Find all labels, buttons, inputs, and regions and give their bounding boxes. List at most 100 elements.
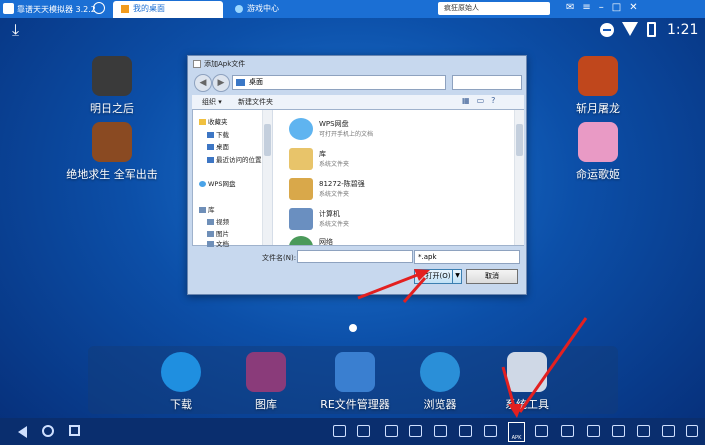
file-list: WPS网盘 可打开手机上的文档 库 系统文件夹 81272-陈碧强 系统文件夹 …: [274, 110, 514, 245]
menu-icon[interactable]: ≡: [582, 2, 598, 13]
add-apk-dialog: 添加Apk文件 ◀ ▶ 桌面 组织 ▾ 新建文件夹 ▦▭? 收藏夹 下载 桌面 …: [187, 55, 527, 295]
nav-item-downloads[interactable]: 下载: [207, 129, 229, 139]
app-zhanyue-tulong[interactable]: 斩月屠龙: [570, 56, 626, 116]
filelist-scrollbar[interactable]: [514, 110, 524, 245]
multi-instance-icon[interactable]: [637, 425, 650, 437]
user-icon[interactable]: [93, 2, 105, 14]
app-mingri-zhihou[interactable]: 明日之后: [84, 56, 140, 116]
new-folder-button[interactable]: 新建文件夹: [238, 97, 273, 107]
nav-item-videos[interactable]: 视频: [207, 216, 229, 226]
downloads-icon: [207, 132, 214, 138]
screenshot-icon[interactable]: [409, 425, 422, 437]
nav-item-label: 图片: [216, 230, 229, 238]
nav-item-libraries[interactable]: 库: [199, 204, 215, 214]
address-bar[interactable]: 桌面: [232, 75, 446, 90]
open-button-label: 打开(O): [425, 272, 451, 280]
close-icon[interactable]: ✕: [629, 2, 645, 13]
organize-button[interactable]: 组织 ▾: [202, 97, 222, 107]
status-time: 1:21: [667, 22, 699, 38]
cancel-button-label: 取消: [485, 272, 499, 280]
app-mingyun-geji[interactable]: 命运歌姬: [570, 122, 626, 182]
location-icon[interactable]: [535, 425, 548, 437]
shake-icon[interactable]: [385, 425, 398, 437]
file-desc: 系统文件夹: [319, 191, 350, 198]
dialog-body: 收藏夹 下载 桌面 最近访问的位置 WPS网盘 库 视频 图片 文档 WPS网盘…: [192, 109, 524, 248]
pictures-icon: [207, 231, 214, 237]
file-manager-app-icon: [335, 352, 375, 392]
app-label: 下载: [170, 398, 192, 411]
keyboard-map-icon[interactable]: [459, 425, 472, 437]
nav-item-recent-places[interactable]: 最近访问的位置: [207, 154, 262, 164]
volume-up-icon[interactable]: [357, 425, 370, 437]
filetype-value: *.apk: [418, 253, 437, 261]
file-name: 网络: [319, 238, 333, 245]
tab-game-center[interactable]: 游戏中心: [227, 1, 297, 18]
user-folder-icon: [289, 178, 313, 200]
filetype-select[interactable]: *.apk: [414, 250, 520, 264]
nav-item-label: 视频: [216, 218, 229, 226]
dock-app-gallery[interactable]: 图库: [240, 352, 292, 412]
dock-app-download[interactable]: 下载: [155, 352, 207, 412]
dock-app-system-tools[interactable]: 系统工具: [497, 352, 557, 412]
filename-input[interactable]: [297, 250, 413, 263]
dock-app-re-file-manager[interactable]: RE文件管理器: [315, 352, 395, 412]
message-icon[interactable]: ✉: [566, 2, 582, 13]
nav-item-label: WPS网盘: [208, 180, 236, 188]
back-button[interactable]: ◀: [194, 74, 212, 92]
dialog-navigation: ◀ ▶ 桌面: [192, 73, 524, 95]
share-folder-icon[interactable]: [587, 425, 600, 437]
browser-app-icon: [420, 352, 460, 392]
nav-item-label: 收藏夹: [208, 118, 228, 126]
nav-item-desktop[interactable]: 桌面: [207, 141, 229, 151]
clean-icon[interactable]: [434, 425, 447, 437]
app-pubg-mobile[interactable]: 绝地求生 全军出击: [62, 122, 162, 182]
volume-down-icon[interactable]: [333, 425, 346, 437]
install-apk-button[interactable]: APK: [508, 422, 525, 442]
minimize-icon[interactable]: –: [599, 2, 612, 13]
open-dropdown-arrow[interactable]: ▼: [452, 269, 462, 284]
videos-icon: [207, 219, 214, 225]
video-icon[interactable]: [612, 425, 625, 437]
nav-item-favorites[interactable]: 收藏夹: [199, 116, 228, 126]
page-indicator: [349, 324, 357, 332]
app-label: 命运歌姬: [576, 168, 620, 181]
forward-button[interactable]: ▶: [212, 74, 230, 92]
libraries-icon: [199, 207, 206, 213]
game-icon: [235, 5, 243, 13]
app-zhanyue-tulong-icon: [578, 56, 618, 96]
network-icon: [289, 236, 313, 245]
tab-my-desktop[interactable]: 我的桌面: [113, 1, 223, 18]
cancel-button[interactable]: 取消: [466, 269, 518, 284]
app-label: 斩月屠龙: [576, 102, 620, 115]
top-search-input[interactable]: 疯狂原始人: [438, 2, 550, 15]
nav-item-documents[interactable]: 文档: [207, 238, 229, 248]
home-button-icon[interactable]: [42, 425, 54, 437]
recent-apps-icon[interactable]: [69, 425, 80, 436]
nav-item-label: 桌面: [216, 143, 229, 151]
emulator-title: 靠谱天天模拟器 3.2.2: [17, 5, 96, 14]
view-icon[interactable]: ▦: [462, 96, 477, 105]
navpane-scrollbar[interactable]: [262, 110, 272, 245]
app-label: 明日之后: [90, 102, 134, 115]
dock-app-browser[interactable]: 浏览器: [412, 352, 468, 412]
scroll-thumb[interactable]: [516, 124, 523, 156]
tab-game-center-label: 游戏中心: [247, 4, 279, 13]
emulator-titlebar: 靠谱天天模拟器 3.2.2 我的桌面 游戏中心 疯狂原始人 ✉≡–□✕: [0, 0, 705, 18]
app-label: 图库: [255, 398, 277, 411]
scroll-thumb[interactable]: [264, 124, 271, 156]
keyboard-icon[interactable]: [686, 425, 698, 437]
nav-item-pictures[interactable]: 图片: [207, 228, 229, 238]
nav-item-wps-cloud[interactable]: WPS网盘: [199, 178, 235, 188]
back-icon[interactable]: [18, 426, 27, 438]
recent-places-icon: [207, 157, 214, 163]
fullscreen-icon[interactable]: [662, 425, 675, 437]
pane-icon[interactable]: ▭: [477, 96, 492, 105]
dialog-search-input[interactable]: [452, 75, 522, 90]
dialog-icon: [193, 60, 201, 68]
app-mingyun-geji-icon: [578, 122, 618, 162]
record-icon[interactable]: [561, 425, 574, 437]
touch-icon[interactable]: [484, 425, 497, 437]
folder-icon: [289, 148, 313, 170]
help-icon[interactable]: ?: [491, 96, 502, 105]
maximize-icon[interactable]: □: [612, 2, 629, 13]
